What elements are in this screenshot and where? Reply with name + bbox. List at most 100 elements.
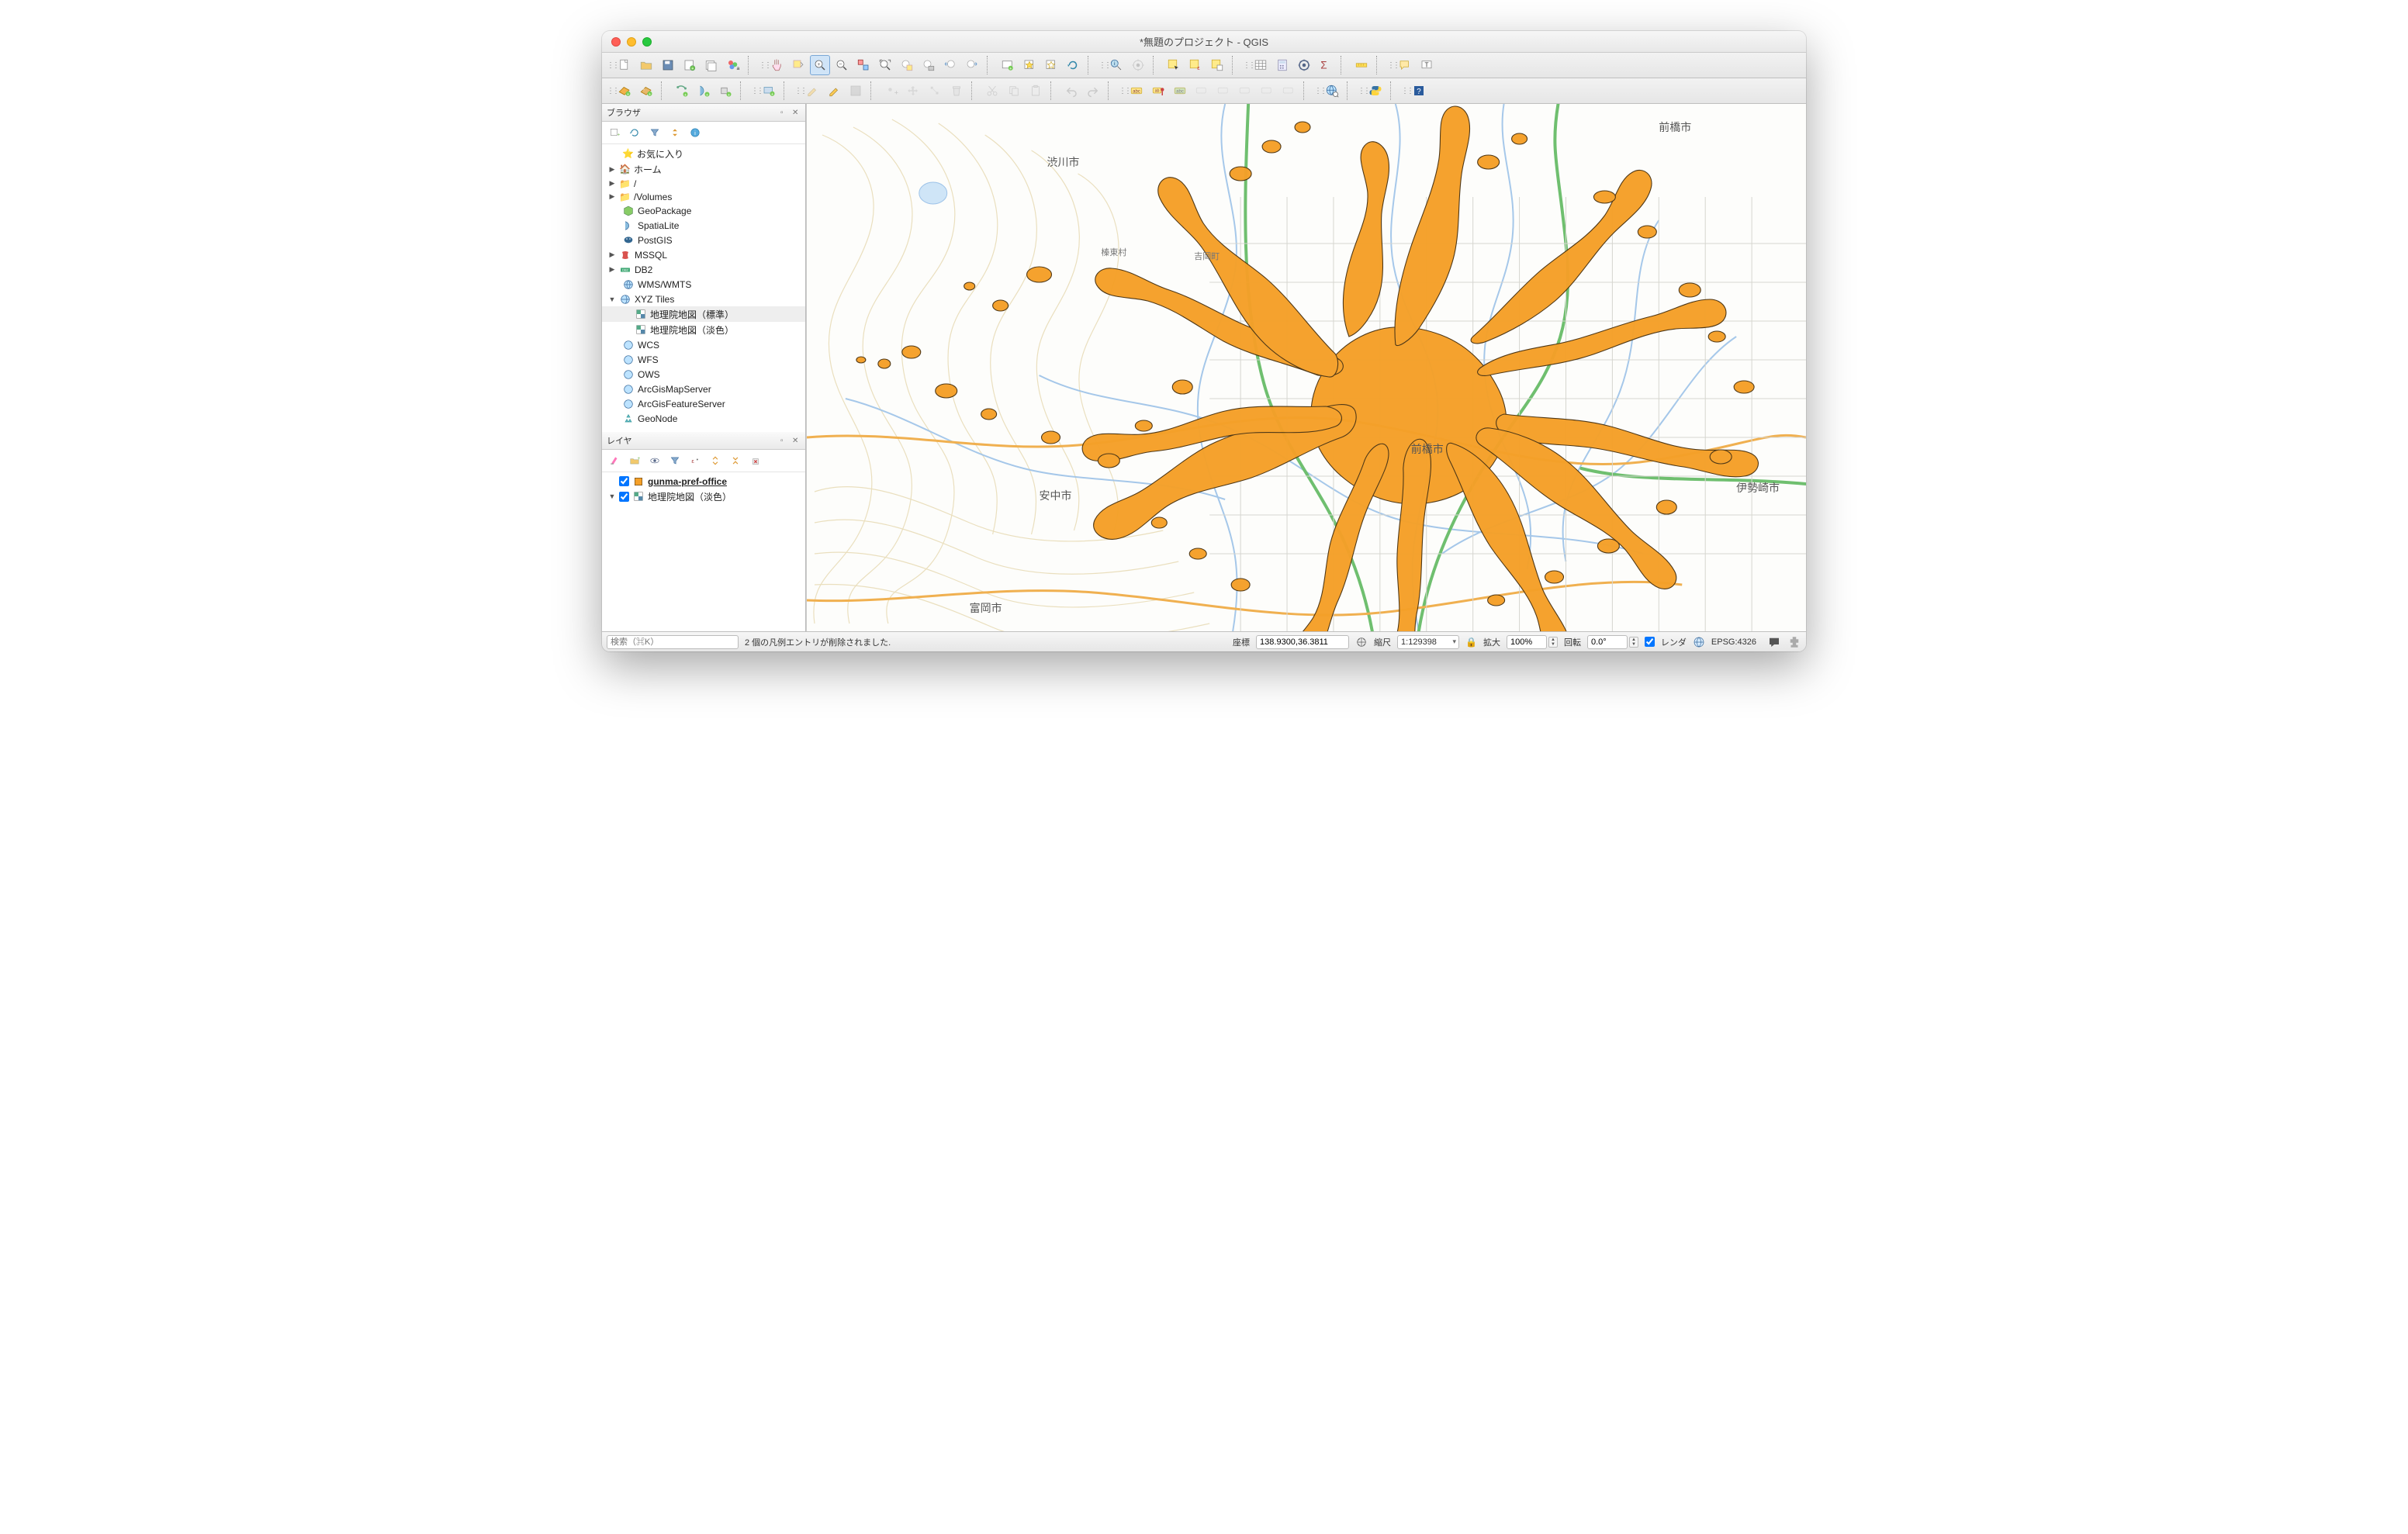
browser-item-wfs[interactable]: WFS bbox=[602, 352, 805, 367]
scale-combo[interactable]: 1:129398 bbox=[1397, 635, 1459, 649]
layers-tree[interactable]: gunma-pref-office ▼ 地理院地図（淡色） bbox=[602, 472, 805, 631]
redo-button[interactable] bbox=[1083, 81, 1103, 101]
browser-close-button[interactable]: ✕ bbox=[792, 109, 801, 117]
layer-gunma-pref-office[interactable]: gunma-pref-office bbox=[602, 474, 805, 489]
deselect-all-button[interactable] bbox=[1207, 55, 1227, 75]
layers-undock-button[interactable]: ▫ bbox=[780, 437, 789, 445]
map-canvas[interactable]: 渋川市 安中市 富岡市 前橋市 前橋市 伊勢崎市 榛東村 吉岡町 bbox=[806, 104, 1806, 631]
new-geopackage-button[interactable]: + bbox=[715, 81, 735, 101]
browser-item-spatialite[interactable]: SpatiaLite bbox=[602, 218, 805, 233]
identify-button[interactable]: i bbox=[1106, 55, 1126, 75]
new-print-layout-button[interactable]: + bbox=[680, 55, 700, 75]
browser-undock-button[interactable]: ▫ bbox=[780, 109, 789, 117]
coord-input[interactable] bbox=[1256, 635, 1349, 649]
browser-item-root[interactable]: ▶📁/ bbox=[602, 177, 805, 190]
label-pin-button[interactable]: ab bbox=[1148, 81, 1168, 101]
browser-item-wcs[interactable]: WCS bbox=[602, 337, 805, 352]
toolbar-grip[interactable]: ⋮⋮ bbox=[607, 57, 611, 74]
add-raster-layer-button[interactable]: + bbox=[636, 81, 656, 101]
browser-item-xyz[interactable]: ▼XYZ Tiles bbox=[602, 292, 805, 306]
browser-item-home[interactable]: ▶🏠ホーム bbox=[602, 161, 805, 177]
browser-tree[interactable]: ⭐お気に入り ▶🏠ホーム ▶📁/ ▶📁/Volumes GeoPackage S… bbox=[602, 144, 805, 432]
rotation-input[interactable] bbox=[1587, 635, 1628, 649]
refresh-button[interactable] bbox=[1063, 55, 1083, 75]
actions-button[interactable] bbox=[1128, 55, 1148, 75]
browser-item-arcgisfeature[interactable]: ArcGisFeatureServer bbox=[602, 396, 805, 411]
layers-close-button[interactable]: ✕ bbox=[792, 437, 801, 445]
add-vector-layer-button[interactable]: + bbox=[614, 81, 635, 101]
select-by-value-button[interactable]: ε bbox=[1185, 55, 1206, 75]
save-edits-button[interactable] bbox=[846, 81, 866, 101]
metasearch-button[interactable] bbox=[1322, 81, 1342, 101]
layout-manager-button[interactable] bbox=[701, 55, 721, 75]
toolbar-grip[interactable]: ⋮⋮ bbox=[1119, 82, 1123, 99]
toolbar-grip[interactable]: ⋮⋮ bbox=[1098, 57, 1103, 74]
new-shapefile-button[interactable]: + bbox=[672, 81, 692, 101]
open-attribute-table-button[interactable] bbox=[1251, 55, 1271, 75]
undo-button[interactable] bbox=[1061, 81, 1081, 101]
field-calculator-button[interactable] bbox=[1272, 55, 1292, 75]
new-spatialite-button[interactable]: + bbox=[694, 81, 714, 101]
cut-button[interactable] bbox=[982, 81, 1002, 101]
render-checkbox[interactable] bbox=[1645, 637, 1655, 647]
browser-item-xyz-pale[interactable]: 地理院地図（淡色） bbox=[602, 322, 805, 337]
toggle-editing-button[interactable] bbox=[824, 81, 844, 101]
open-project-button[interactable] bbox=[636, 55, 656, 75]
expand-all-icon[interactable] bbox=[708, 453, 723, 468]
crs-label[interactable]: EPSG:4326 bbox=[1711, 637, 1756, 647]
collapse-all-icon[interactable] bbox=[667, 125, 683, 140]
zoom-in-button[interactable]: + bbox=[810, 55, 830, 75]
filter-browser-icon[interactable] bbox=[647, 125, 663, 140]
measure-button[interactable] bbox=[1351, 55, 1372, 75]
copy-button[interactable] bbox=[1004, 81, 1024, 101]
browser-item-geonode[interactable]: GeoNode bbox=[602, 411, 805, 426]
label-toolbar-main-button[interactable]: abc bbox=[1126, 81, 1147, 101]
browser-item-mssql[interactable]: ▶MSSQL bbox=[602, 247, 805, 262]
delete-button[interactable] bbox=[946, 81, 967, 101]
browser-item-postgis[interactable]: PostGIS bbox=[602, 233, 805, 247]
layer-gsi-pale[interactable]: ▼ 地理院地図（淡色） bbox=[602, 489, 805, 504]
toolbar-grip[interactable]: ⋮⋮ bbox=[607, 82, 611, 99]
properties-icon[interactable]: i bbox=[687, 125, 703, 140]
new-project-button[interactable] bbox=[614, 55, 635, 75]
new-bookmark-button[interactable] bbox=[1019, 55, 1040, 75]
move-feature-button[interactable] bbox=[903, 81, 923, 101]
label-tool-4-button[interactable] bbox=[1257, 81, 1277, 101]
map-tips-button[interactable] bbox=[1395, 55, 1415, 75]
label-highlight-button[interactable]: abc bbox=[1170, 81, 1190, 101]
toolbar-grip[interactable]: ⋮⋮ bbox=[1401, 82, 1406, 99]
text-annotation-button[interactable]: T bbox=[1417, 55, 1437, 75]
pan-to-selection-button[interactable] bbox=[788, 55, 808, 75]
label-tool-2-button[interactable] bbox=[1213, 81, 1233, 101]
node-tool-button[interactable] bbox=[925, 81, 945, 101]
browser-item-ows[interactable]: OWS bbox=[602, 367, 805, 382]
zoom-to-selection-button[interactable] bbox=[897, 55, 917, 75]
filter-legend-icon[interactable] bbox=[667, 453, 683, 468]
lock-scale-icon[interactable]: 🔒 bbox=[1465, 637, 1477, 648]
locator-search[interactable] bbox=[607, 635, 739, 649]
style-manager-button[interactable]: a bbox=[723, 55, 743, 75]
toolbar-grip[interactable]: ⋮⋮ bbox=[1387, 57, 1392, 74]
current-edits-button[interactable] bbox=[802, 81, 822, 101]
browser-item-volumes[interactable]: ▶📁/Volumes bbox=[602, 190, 805, 203]
toolbox-button[interactable] bbox=[1294, 55, 1314, 75]
browser-item-favorites[interactable]: ⭐お気に入り bbox=[602, 146, 805, 161]
rotation-spin[interactable]: ▲▼ bbox=[1587, 635, 1638, 649]
statistics-button[interactable]: Σ bbox=[1316, 55, 1336, 75]
add-layer-icon[interactable]: + bbox=[607, 125, 622, 140]
new-virtual-layer-button[interactable]: + bbox=[759, 81, 779, 101]
manage-visibility-icon[interactable] bbox=[647, 453, 663, 468]
show-bookmarks-button[interactable] bbox=[1041, 55, 1061, 75]
add-feature-button[interactable]: + bbox=[881, 81, 901, 101]
help-button[interactable]: ? bbox=[1409, 81, 1429, 101]
label-tool-3-button[interactable] bbox=[1235, 81, 1255, 101]
messages-icon[interactable] bbox=[1767, 635, 1781, 649]
toolbar-grip[interactable]: ⋮⋮ bbox=[759, 57, 763, 74]
zoom-last-button[interactable] bbox=[940, 55, 960, 75]
crs-icon[interactable] bbox=[1693, 636, 1705, 648]
magnifier-spin[interactable]: ▲▼ bbox=[1507, 635, 1558, 649]
zoom-to-layer-button[interactable] bbox=[919, 55, 939, 75]
toolbar-grip[interactable]: ⋮⋮ bbox=[1314, 82, 1319, 99]
browser-item-wmswmts[interactable]: WMS/WMTS bbox=[602, 277, 805, 292]
browser-item-arcgismap[interactable]: ArcGisMapServer bbox=[602, 382, 805, 396]
